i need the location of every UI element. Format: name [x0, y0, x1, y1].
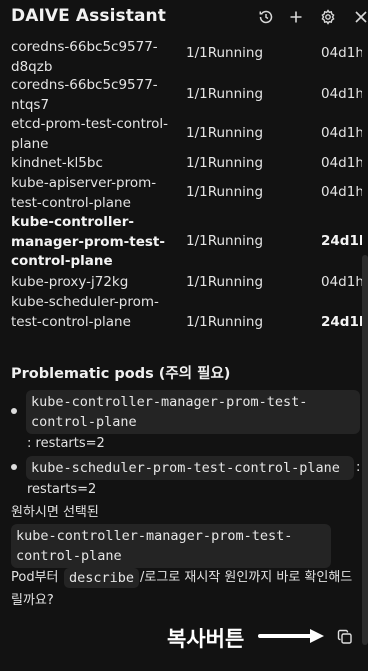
app-title: DAIVE Assistant — [11, 6, 166, 26]
code-pod-name: kube-scheduler-prom-test-control-plane — [26, 456, 354, 480]
pod-restarts: 04d1h — [321, 274, 362, 290]
pod-ready: 1/1Running — [186, 274, 264, 290]
copy-button[interactable] — [334, 628, 356, 650]
scrollbar[interactable] — [362, 255, 368, 645]
pod-name: kube-apiserver-prom-test-control-plane — [11, 175, 157, 211]
gear-icon[interactable] — [318, 7, 338, 27]
followup-suffix: /로그로 재시작 원인까지 바로 확인해드 — [140, 570, 353, 585]
copy-icon — [337, 629, 353, 649]
pod-restarts: 04d1h — [321, 184, 362, 200]
pod-name: kube-proxy-j72kg — [11, 274, 129, 290]
annotation-label: 복사버튼 — [167, 627, 245, 651]
plus-icon[interactable] — [286, 7, 306, 27]
pod-ready: 1/1Running — [186, 155, 264, 171]
pod-restarts: 24d1h — [321, 233, 362, 249]
code-pod-name: kube-controller-manager-prom-test-contro… — [26, 390, 360, 434]
pod-ready: 1/1Running — [186, 45, 264, 61]
pod-restarts: 04d1h — [321, 155, 362, 171]
pod-restarts: 04d1h — [321, 86, 362, 102]
colon: : — [356, 460, 361, 475]
chat-content: coredns-66bc5c9577-d8qzb 1/1Running 04d1… — [0, 36, 362, 671]
pod-name: etcd-prom-test-control-plane — [11, 116, 169, 152]
bullet — [11, 408, 17, 414]
history-icon[interactable] — [256, 7, 276, 27]
pod-name: kube-scheduler-prom-test-control-plane — [11, 294, 159, 330]
pod-restarts: 24d1h — [321, 314, 362, 330]
pod-ready: 1/1Running — [186, 314, 264, 330]
followup-intro: 원하시면 선택된 — [11, 505, 99, 520]
pod-name: kube-controller-manager-prom-test-contro… — [11, 214, 165, 269]
pod-ready: 1/1Running — [186, 86, 264, 102]
command-code: describe — [64, 568, 140, 588]
pod-name: coredns-66bc5c9577-ntqs7 — [11, 77, 158, 113]
header: DAIVE Assistant — [0, 0, 368, 36]
pod-name: coredns-66bc5c9577-d8qzb — [11, 39, 158, 75]
arrow-right-icon — [258, 627, 326, 649]
pod-restarts: 04d1h — [321, 125, 362, 141]
pod-ready: 1/1Running — [186, 233, 264, 249]
restart-note: : restarts=2 — [27, 436, 105, 451]
section-heading: Problematic pods (주의 필요) — [11, 366, 231, 382]
bullet — [11, 464, 17, 470]
restart-note: restarts=2 — [27, 482, 97, 497]
pod-restarts: 04d1h — [321, 45, 362, 61]
followup-suffix-2: 릴까요? — [11, 593, 54, 608]
pod-name: kindnet-kl5bc — [11, 155, 103, 171]
pod-ready: 1/1Running — [186, 184, 264, 200]
code-pod-name: kube-controller-manager-prom-test-contro… — [11, 524, 331, 568]
pod-ready: 1/1Running — [186, 125, 264, 141]
close-icon[interactable] — [351, 7, 368, 27]
followup-prefix: Pod부터 — [11, 570, 59, 585]
